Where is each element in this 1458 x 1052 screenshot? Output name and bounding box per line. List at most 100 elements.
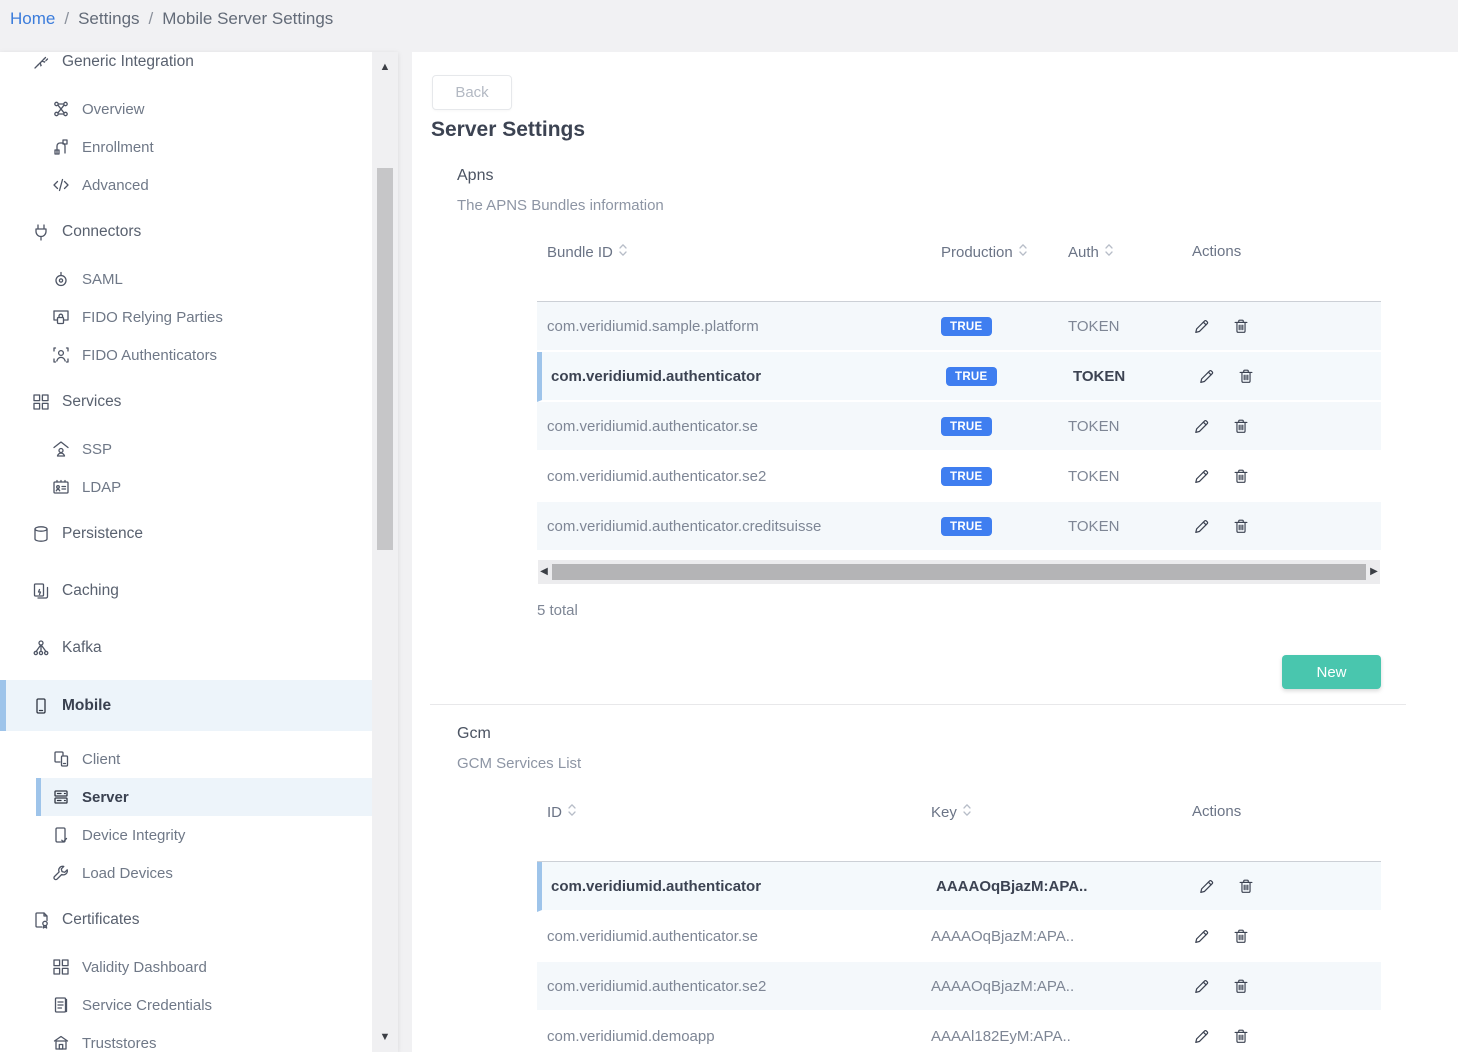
sidebar-item-saml[interactable]: SAML xyxy=(0,260,372,298)
gcm-table-row[interactable]: com.veridiumid.authenticator.se2AAAAOqBj… xyxy=(537,962,1381,1012)
delete-icon[interactable] xyxy=(1232,977,1250,996)
sidebar-item-caching[interactable]: Caching xyxy=(0,572,372,610)
sidebar-item-label: Service Credentials xyxy=(82,997,212,1014)
edit-icon[interactable] xyxy=(1192,417,1211,436)
sidebar-item-truststores[interactable]: Truststores xyxy=(0,1024,372,1052)
wrench-icon xyxy=(50,862,72,884)
sidebar-item-kafka[interactable]: Kafka xyxy=(0,629,372,667)
scroll-left-arrow-icon[interactable]: ◀ xyxy=(538,560,550,584)
sidebar-item-label: Persistence xyxy=(62,525,143,543)
apns-header-row: Bundle IDProductionAuthActions xyxy=(537,240,1381,302)
production-badge: TRUE xyxy=(941,417,992,436)
sidebar-item-enrollment[interactable]: Enrollment xyxy=(0,128,372,166)
sidebar-item-certificates[interactable]: Certificates xyxy=(0,901,372,939)
scroll-right-arrow-icon[interactable]: ▶ xyxy=(1368,560,1380,584)
apns-table: Bundle IDProductionAuthActionscom.veridi… xyxy=(537,240,1381,552)
sidebar-item-services[interactable]: Services xyxy=(0,383,372,421)
delete-icon[interactable] xyxy=(1232,1027,1250,1046)
delete-icon[interactable] xyxy=(1237,367,1255,386)
production-cell: TRUE xyxy=(941,317,1068,336)
sidebar-item-ldap[interactable]: LDAP xyxy=(0,468,372,506)
edit-icon[interactable] xyxy=(1192,517,1211,536)
bundle-id-cell: com.veridiumid.authenticator.se2 xyxy=(537,468,941,485)
sidebar-item-label: Certificates xyxy=(62,911,140,929)
column-label: Auth xyxy=(1068,244,1099,261)
sidebar-item-label: Server xyxy=(82,789,129,806)
scroll-up-arrow-icon[interactable]: ▲ xyxy=(378,60,392,74)
breadcrumb-item-mobile-server-settings: Mobile Server Settings xyxy=(162,9,333,29)
section-divider xyxy=(430,704,1406,705)
bundle-id-cell: com.veridiumid.authenticator.creditsuiss… xyxy=(537,518,941,535)
gcm-table-row[interactable]: com.veridiumid.demoappAAAAl182EyM:APA.. xyxy=(537,1012,1381,1052)
back-button[interactable]: Back xyxy=(432,75,512,110)
smartphone-icon xyxy=(30,695,52,717)
apns-table-row[interactable]: com.veridiumid.authenticator.seTRUETOKEN xyxy=(537,402,1381,452)
apns-table-row[interactable]: com.veridiumid.sample.platformTRUETOKEN xyxy=(537,302,1381,352)
delete-icon[interactable] xyxy=(1232,517,1250,536)
sidebar-item-label: Generic Integration xyxy=(62,53,194,71)
sidebar-item-ssp[interactable]: SSP xyxy=(0,430,372,468)
sidebar-item-label: SSP xyxy=(82,441,112,458)
sort-icon xyxy=(568,803,576,821)
gcm-column-header-id[interactable]: ID xyxy=(537,803,931,821)
gcm-column-header-key[interactable]: Key xyxy=(931,803,1192,821)
apns-table-row[interactable]: com.veridiumid.authenticatorTRUETOKEN xyxy=(537,352,1381,402)
sidebar-item-label: Validity Dashboard xyxy=(82,959,207,976)
plug-down-icon xyxy=(30,221,52,243)
new-button[interactable]: New xyxy=(1282,655,1381,689)
apns-scrollbar-thumb[interactable] xyxy=(552,564,1366,580)
column-label: ID xyxy=(547,804,562,821)
edit-icon[interactable] xyxy=(1197,877,1216,896)
edit-icon[interactable] xyxy=(1197,367,1216,386)
auth-cell: TOKEN xyxy=(1068,518,1192,535)
delete-icon[interactable] xyxy=(1237,877,1255,896)
main-content: Back Server Settings Apns The APNS Bundl… xyxy=(412,52,1458,1052)
sidebar-item-overview[interactable]: Overview xyxy=(0,90,372,128)
gcm-table-row[interactable]: com.veridiumid.authenticator.seAAAAOqBja… xyxy=(537,912,1381,962)
sidebar-item-server[interactable]: Server xyxy=(36,778,372,816)
delete-icon[interactable] xyxy=(1232,927,1250,946)
production-badge: TRUE xyxy=(941,467,992,486)
delete-icon[interactable] xyxy=(1232,417,1250,436)
sidebar-item-advanced[interactable]: Advanced xyxy=(0,166,372,204)
breadcrumb-separator: / xyxy=(149,9,154,29)
apns-column-header-auth[interactable]: Auth xyxy=(1068,243,1192,261)
gcm-id-cell: com.veridiumid.demoapp xyxy=(537,1028,931,1045)
edit-icon[interactable] xyxy=(1192,977,1211,996)
edit-icon[interactable] xyxy=(1192,467,1211,486)
edit-icon[interactable] xyxy=(1192,927,1211,946)
apns-horizontal-scrollbar[interactable]: ◀ ▶ xyxy=(538,560,1380,584)
row-actions xyxy=(1192,467,1381,486)
breadcrumb-item-home[interactable]: Home xyxy=(10,9,55,29)
sidebar-item-service-credentials[interactable]: Service Credentials xyxy=(0,986,372,1024)
sidebar-item-client[interactable]: Client xyxy=(0,740,372,778)
apns-table-row[interactable]: com.veridiumid.authenticator.se2TRUETOKE… xyxy=(537,452,1381,502)
bundle-id-cell: com.veridiumid.authenticator xyxy=(542,368,946,385)
delete-icon[interactable] xyxy=(1232,317,1250,336)
scroll-down-arrow-icon[interactable]: ▼ xyxy=(378,1030,392,1044)
sidebar-item-generic-integration[interactable]: Generic Integration xyxy=(0,52,372,81)
apns-column-header-bundle-id[interactable]: Bundle ID xyxy=(537,243,941,261)
apns-column-header-production[interactable]: Production xyxy=(941,243,1068,261)
apns-table-row[interactable]: com.veridiumid.authenticator.creditsuiss… xyxy=(537,502,1381,552)
apns-section-subheading: The APNS Bundles information xyxy=(457,197,664,214)
network-nodes-icon xyxy=(50,98,72,120)
sort-icon xyxy=(1019,243,1027,261)
sidebar-scrollbar[interactable]: ▲ ▼ xyxy=(372,52,398,1052)
edit-icon[interactable] xyxy=(1192,1027,1211,1046)
sidebar-item-fido-relying-parties[interactable]: FIDO Relying Parties xyxy=(0,298,372,336)
sidebar-item-mobile[interactable]: Mobile xyxy=(0,680,372,731)
node-tree-icon xyxy=(30,637,52,659)
sidebar-item-label: Device Integrity xyxy=(82,827,185,844)
sidebar-scrollbar-thumb[interactable] xyxy=(377,168,393,550)
grid-icon xyxy=(50,956,72,978)
delete-icon[interactable] xyxy=(1232,467,1250,486)
sidebar-item-connectors[interactable]: Connectors xyxy=(0,213,372,251)
sidebar-item-persistence[interactable]: Persistence xyxy=(0,515,372,553)
sidebar-item-device-integrity[interactable]: Device Integrity xyxy=(0,816,372,854)
sidebar-item-validity-dashboard[interactable]: Validity Dashboard xyxy=(0,948,372,986)
sidebar-item-load-devices[interactable]: Load Devices xyxy=(0,854,372,892)
sidebar-item-fido-authenticators[interactable]: FIDO Authenticators xyxy=(0,336,372,374)
edit-icon[interactable] xyxy=(1192,317,1211,336)
gcm-table-row[interactable]: com.veridiumid.authenticatorAAAAOqBjazM:… xyxy=(537,862,1381,912)
